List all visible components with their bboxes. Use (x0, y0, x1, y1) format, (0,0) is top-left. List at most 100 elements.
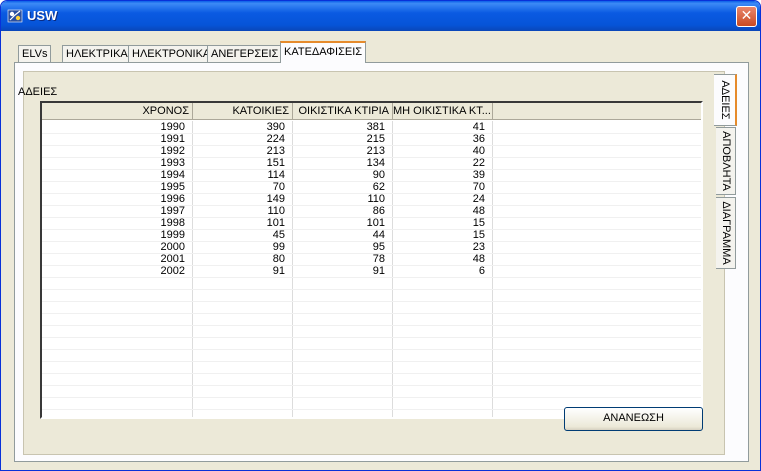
table-cell[interactable]: 1999 (42, 229, 192, 241)
table-cell[interactable]: 15 (392, 229, 492, 241)
table-cell[interactable]: 381 (292, 121, 392, 133)
app-icon (7, 9, 23, 23)
tab-ilektrika[interactable]: ΗΛΕΚΤΡΙΚΑ (62, 45, 132, 63)
table-cell[interactable]: 95 (292, 241, 392, 253)
table-cell[interactable]: 1997 (42, 205, 192, 217)
table-cell[interactable]: 2002 (42, 265, 192, 277)
table-cell[interactable]: 110 (292, 193, 392, 205)
table-row[interactable]: 2000 99 95 23 (42, 241, 701, 253)
tab-label: ΗΛΕΚΤΡΙΚΑ (66, 48, 128, 60)
tab-katedafiseis[interactable]: ΚΑΤΕΔΑΦΙΣΕΙΣ (280, 41, 367, 63)
tab-elvs[interactable]: ELVs (18, 45, 52, 63)
table-cell[interactable]: 101 (192, 217, 292, 229)
table-cell[interactable]: 151 (192, 157, 292, 169)
table-cell[interactable]: 80 (192, 253, 292, 265)
refresh-button[interactable]: ΑΝΑΝΕΩΣΗ (564, 407, 703, 431)
table-row[interactable]: 1997 110 86 48 (42, 205, 701, 217)
table-cell[interactable]: 1998 (42, 217, 192, 229)
close-icon: ✕ (740, 8, 753, 24)
table-cell[interactable]: 2000 (42, 241, 192, 253)
grid-row-line (42, 313, 701, 314)
table-cell[interactable]: 99 (192, 241, 292, 253)
side-tab-label: ΔΙΑΓΡΑΜΜΑ (719, 201, 732, 265)
side-tab-label: ΑΔΕΙΕΣ (718, 80, 731, 120)
table-cell[interactable]: 1993 (42, 157, 192, 169)
table-cell[interactable]: 48 (392, 253, 492, 265)
title-bar[interactable]: USW ✕ (1, 1, 760, 31)
tab-ilektronika[interactable]: ΗΛΕΚΤΡΟΝΙΚΑ (128, 45, 215, 63)
grid-row-line (42, 361, 701, 362)
grid-row-line (42, 301, 701, 302)
table-cell[interactable]: 1994 (42, 169, 192, 181)
table-cell[interactable]: 213 (192, 145, 292, 157)
table-cell[interactable]: 91 (192, 265, 292, 277)
column-header-empty (493, 103, 701, 120)
data-grid[interactable]: ΧΡΟΝΟΣ ΚΑΤΟΙΚΙΕΣ ΟΙΚΙΣΤΙΚΑ ΚΤΙΡΙΑ ΜΗ ΟΙΚ… (40, 101, 703, 419)
grid-row-line (42, 325, 701, 326)
table-cell[interactable]: 24 (392, 193, 492, 205)
column-header-mi-oikistika[interactable]: ΜΗ ΟΙΚΙΣΤΙΚΑ ΚΤ... (393, 103, 493, 120)
grid-body: 1990 390 381 41 1991 224 215 36 1992 213 213 40 1993… (42, 121, 701, 417)
table-cell[interactable]: 41 (392, 121, 492, 133)
table-cell[interactable]: 91 (292, 265, 392, 277)
column-header-xronos[interactable]: ΧΡΟΝΟΣ (42, 103, 193, 120)
table-cell[interactable]: 390 (192, 121, 292, 133)
table-cell[interactable]: 62 (292, 181, 392, 193)
table-cell[interactable]: 44 (292, 229, 392, 241)
table-row[interactable]: 1994 114 90 39 (42, 169, 701, 181)
table-row[interactable]: 1993 151 134 22 (42, 157, 701, 169)
tab-label: ΑΝΕΓΕΡΣΕΙΣ (211, 48, 279, 60)
column-header-oikistika-ktiria[interactable]: ΟΙΚΙΣΤΙΚΑ ΚΤΙΡΙΑ (293, 103, 393, 120)
table-row[interactable]: 1992 213 213 40 (42, 145, 701, 157)
table-cell[interactable]: 1990 (42, 121, 192, 133)
table-cell[interactable]: 110 (192, 205, 292, 217)
tab-anegerseis[interactable]: ΑΝΕΓΕΡΣΕΙΣ (207, 45, 283, 63)
table-cell[interactable]: 6 (392, 265, 492, 277)
side-tab-diagramma[interactable]: ΔΙΑΓΡΑΜΜΑ (716, 197, 736, 269)
table-row[interactable]: 1999 45 44 15 (42, 229, 701, 241)
side-tab-adeies[interactable]: ΑΔΕΙΕΣ (714, 74, 737, 126)
table-row[interactable]: 1996 149 110 24 (42, 193, 701, 205)
table-row[interactable]: 2002 91 91 6 (42, 265, 701, 277)
column-header-katoikies[interactable]: ΚΑΤΟΙΚΙΕΣ (193, 103, 293, 120)
window-title: USW (27, 8, 58, 23)
table-cell[interactable]: 36 (392, 133, 492, 145)
table-cell[interactable]: 48 (392, 205, 492, 217)
table-cell[interactable]: 1991 (42, 133, 192, 145)
table-cell[interactable]: 78 (292, 253, 392, 265)
table-cell[interactable]: 15 (392, 217, 492, 229)
table-row[interactable]: 1990 390 381 41 (42, 121, 701, 133)
table-cell[interactable]: 224 (192, 133, 292, 145)
table-cell[interactable]: 45 (192, 229, 292, 241)
table-cell[interactable]: 1992 (42, 145, 192, 157)
table-cell[interactable]: 101 (292, 217, 392, 229)
table-cell[interactable]: 23 (392, 241, 492, 253)
table-cell[interactable]: 39 (392, 169, 492, 181)
table-row[interactable]: 2001 80 78 48 (42, 253, 701, 265)
grid-header: ΧΡΟΝΟΣ ΚΑΤΟΙΚΙΕΣ ΟΙΚΙΣΤΙΚΑ ΚΤΙΡΙΑ ΜΗ ΟΙΚ… (42, 103, 701, 120)
side-tab-apovlita[interactable]: ΑΠΟΒΛΗΤΑ (716, 127, 736, 195)
table-cell[interactable]: 213 (292, 145, 392, 157)
table-cell[interactable]: 1996 (42, 193, 192, 205)
table-cell[interactable]: 90 (292, 169, 392, 181)
table-cell[interactable]: 70 (392, 181, 492, 193)
table-cell[interactable]: 149 (192, 193, 292, 205)
table-cell[interactable]: 40 (392, 145, 492, 157)
table-cell[interactable]: 86 (292, 205, 392, 217)
table-row[interactable]: 1991 224 215 36 (42, 133, 701, 145)
table-cell[interactable]: 22 (392, 157, 492, 169)
close-button[interactable]: ✕ (736, 6, 757, 27)
table-cell[interactable]: 215 (292, 133, 392, 145)
table-cell[interactable]: 134 (292, 157, 392, 169)
group-label: ΑΔΕΙΕΣ (18, 86, 58, 98)
table-cell[interactable]: 70 (192, 181, 292, 193)
grid-row-line (42, 373, 701, 374)
table-row[interactable]: 1995 70 62 70 (42, 181, 701, 193)
client-area: ELVs ΗΛΕΚΤΡΙΚΑ ΗΛΕΚΤΡΟΝΙΚΑ ΑΝΕΓΕΡΣΕΙΣ ΚΑ… (4, 31, 757, 469)
tab-label: ΚΑΤΕΔΑΦΙΣΕΙΣ (284, 46, 363, 58)
table-cell[interactable]: 114 (192, 169, 292, 181)
grid-row-line (42, 385, 701, 386)
table-row[interactable]: 1998 101 101 15 (42, 217, 701, 229)
table-cell[interactable]: 1995 (42, 181, 192, 193)
table-cell[interactable]: 2001 (42, 253, 192, 265)
